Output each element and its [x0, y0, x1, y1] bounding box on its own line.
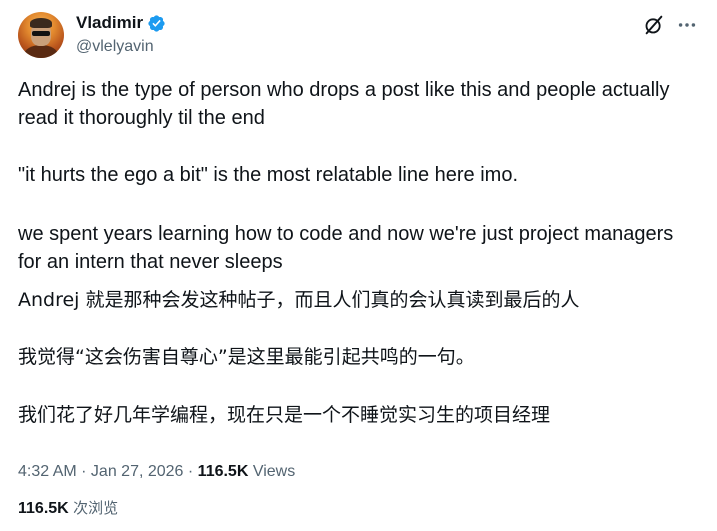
tweet-time[interactable]: 4:32 AM [18, 463, 77, 480]
tweet-meta: 4:32 AM · Jan 27, 2026 · 116.5K Views [18, 463, 295, 481]
tweet-paragraph: "it hurts the ego a bit" is the most rel… [18, 164, 519, 186]
translation-paragraph: 我觉得“这会伤害自尊心”是这里最能引起共鸣的一句。 [18, 346, 475, 368]
meta-separator: · [76, 463, 91, 480]
author-name-row[interactable]: Vladimir [76, 12, 166, 34]
tweet-paragraph: we spent years learning how to code and … [18, 223, 674, 273]
verified-badge-icon [148, 14, 165, 32]
avatar[interactable] [18, 12, 64, 58]
views-label: Views [252, 463, 296, 480]
more-icon[interactable] [676, 14, 698, 36]
author-handle[interactable]: @vlelyavin [76, 38, 154, 56]
tweet-paragraph: Andrej is the type of person who drops a… [18, 79, 670, 129]
tweet: Vladimir @vlelyavin Andrej is the type o… [0, 0, 717, 531]
author-display-name[interactable]: Vladimir [76, 13, 143, 33]
translated-views-label: 次浏览 [73, 499, 119, 517]
grok-icon[interactable] [643, 14, 665, 36]
tweet-date[interactable]: Jan 27, 2026 [91, 463, 184, 480]
translation-paragraph: Andrej 就是那种会发这种帖子，而且人们真的会认真读到最后的人 [18, 289, 580, 311]
translated-views: 116.5K 次浏览 [18, 497, 118, 518]
views-count: 116.5K [197, 463, 249, 480]
meta-separator: · [183, 463, 198, 480]
translation-paragraph: 我们花了好几年学编程，现在只是一个不睡觉实习生的项目经理 [18, 404, 551, 426]
translated-views-count: 116.5K [18, 500, 69, 517]
